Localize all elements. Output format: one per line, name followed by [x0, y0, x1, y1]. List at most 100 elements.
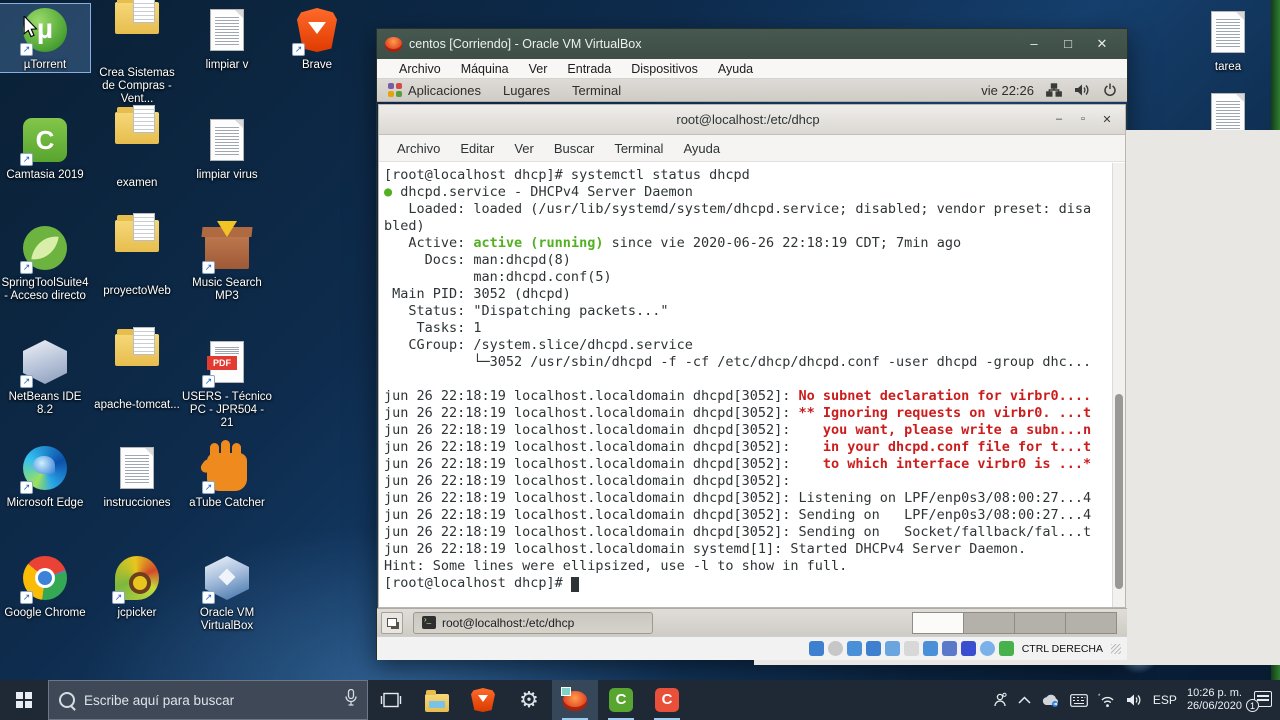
network-icon[interactable] — [1046, 83, 1062, 97]
power-icon[interactable] — [1103, 83, 1117, 97]
shortcut-arrow-icon: ↗ — [20, 375, 33, 388]
terminal-menu-buscar[interactable]: Buscar — [544, 141, 604, 156]
vm-menu-entrada[interactable]: Entrada — [557, 62, 621, 76]
vbox-status-network-icon[interactable] — [865, 641, 881, 656]
onedrive-icon[interactable] — [1041, 693, 1060, 707]
desktop-icon-jcpicker[interactable]: ↗ jcpicker — [92, 552, 182, 620]
desktop-icon-label: limpiar virus — [196, 169, 258, 181]
taskbar-app-camtasia[interactable] — [598, 680, 644, 720]
resize-grip[interactable] — [1111, 643, 1121, 654]
vm-menu-dispositivos[interactable]: Dispositivos — [621, 62, 708, 76]
vm-minimize-button[interactable]: – — [1017, 29, 1051, 59]
desktop-icon-camtasia-2019[interactable]: ↗ Camtasia 2019 — [0, 114, 90, 182]
desktop-icon-crea-sistemas-de-compras-vent[interactable]: Crea Sistemas de Compras - Vent... — [92, 0, 182, 106]
terminal-menu-editar[interactable]: Editar — [450, 141, 504, 156]
vm-maximize-button[interactable]: □ — [1051, 29, 1085, 59]
vbox-status-keyboard-icon[interactable] — [998, 641, 1014, 656]
shortcut-arrow-icon: ↗ — [20, 153, 33, 166]
desktop-icon-proyectoweb[interactable]: proyectoWeb — [92, 213, 182, 298]
speaker-icon[interactable] — [1126, 693, 1143, 707]
gnome-menu-lugares[interactable]: Lugares — [492, 79, 561, 101]
vbox-status-shared-folder-icon[interactable] — [903, 641, 919, 656]
notification-center-icon[interactable]: 1 — [1246, 691, 1272, 712]
vm-menu-ayuda[interactable]: Ayuda — [708, 62, 763, 76]
vbox-status-hdd-icon[interactable] — [808, 641, 824, 656]
vm-menu-ver[interactable]: Ver — [519, 62, 558, 76]
gnome-menu-label: Aplicaciones — [408, 82, 481, 98]
vbox-status-mouse-icon[interactable] — [979, 641, 995, 656]
terminal-menu-terminal[interactable]: Terminal — [604, 141, 673, 156]
jcpicker-icon: ↗ — [110, 552, 164, 604]
desktop-icon-tarea[interactable]: tarea — [1183, 6, 1273, 74]
terminal-text: jun 26 22:18:19 localhost.localdomain dh… — [384, 490, 1092, 506]
terminal-scrollbar-thumb[interactable] — [1115, 393, 1123, 590]
tray-overflow-chevron-icon[interactable] — [1018, 696, 1031, 704]
gnome-menu-terminal[interactable]: Terminal — [561, 79, 632, 101]
workspace-2[interactable] — [963, 611, 1015, 634]
show-desktop-button[interactable] — [381, 611, 403, 634]
vm-menu-máquina[interactable]: Máquina — [451, 62, 519, 76]
desktop-icon-limpiar-v[interactable]: limpiar v — [182, 4, 272, 72]
desktop-icon-netbeans-ide-8-2[interactable]: ↗ NetBeans IDE 8.2 — [0, 336, 90, 417]
volume-icon[interactable] — [1074, 83, 1091, 97]
desktop-icon-microsoft-edge[interactable]: ↗ Microsoft Edge — [0, 442, 90, 510]
vm-menu-archivo[interactable]: Archivo — [389, 62, 451, 76]
vbox-status-usb-icon[interactable] — [884, 641, 900, 656]
desktop-icon-brave[interactable]: ↗ Brave — [272, 4, 362, 72]
desktop-icon-limpiar-virus[interactable]: limpiar virus — [182, 114, 272, 182]
terminal-minimize-button[interactable]: – — [1047, 113, 1071, 126]
gnome-bottom-panel: root@localhost:/etc/dhcp — [377, 608, 1127, 636]
terminal-body[interactable]: [root@localhost dhcp]# systemctl status … — [379, 163, 1125, 607]
people-icon[interactable] — [992, 692, 1008, 708]
desktop-icon-torrent[interactable]: ↗ µTorrent — [0, 3, 91, 73]
terminal-titlebar[interactable]: root@localhost:/etc/dhcp – ▫ ✕ — [379, 105, 1125, 135]
desktop-icon-springtoolsuite4-acceso-directo[interactable]: ↗ SpringToolSuite4 - Acceso directo — [0, 222, 90, 303]
clock[interactable]: 10:26 p. m. 26/06/2020 — [1187, 687, 1242, 713]
vbox-status-optical-icon[interactable] — [827, 641, 843, 656]
workspace-3[interactable] — [1014, 611, 1066, 634]
applications-icon — [388, 83, 402, 97]
wifi-icon[interactable]: * — [1098, 693, 1116, 708]
terminal-maximize-button[interactable]: ▫ — [1071, 113, 1095, 126]
workspace-4[interactable] — [1065, 611, 1117, 634]
terminal-scrollbar[interactable] — [1112, 163, 1125, 607]
desktop-icon-atube-catcher[interactable]: ↗ aTube Catcher — [182, 442, 272, 510]
taskbar-app-virtualbox[interactable] — [552, 680, 598, 720]
terminal-menu-ver[interactable]: Ver — [504, 141, 544, 156]
taskbar-window-button[interactable]: root@localhost:/etc/dhcp — [413, 611, 653, 634]
desktop-icon-music-search-mp3[interactable]: ↗ Music Search MP3 — [182, 222, 272, 303]
vm-close-button[interactable]: ✕ — [1085, 29, 1119, 59]
brave-icon: ↗ — [290, 4, 344, 56]
taskbar-app-camtasia-recorder[interactable] — [644, 680, 690, 720]
taskbar-app-task-view[interactable] — [368, 680, 414, 720]
desktop-icon-google-chrome[interactable]: ↗ Google Chrome — [0, 552, 90, 620]
vbox-status-features-icon[interactable] — [960, 641, 976, 656]
language-indicator[interactable]: ESP — [1153, 693, 1177, 707]
desktop-icon-instrucciones[interactable]: instrucciones — [92, 442, 182, 510]
vbox-status-audio-icon[interactable] — [846, 641, 862, 656]
desktop-icon-oracle-vm-virtualbox[interactable]: ↗ Oracle VM VirtualBox — [182, 552, 272, 633]
vbox-status-display-icon[interactable] — [922, 641, 938, 656]
terminal-close-button[interactable]: ✕ — [1095, 113, 1119, 126]
desktop-icon-examen[interactable]: examen — [92, 105, 182, 190]
gnome-clock[interactable]: vie 22:26 — [981, 83, 1034, 98]
terminal-text: └─3052 /usr/sbin/dhcpd -f -cf /etc/dhcp/… — [384, 354, 1092, 370]
terminal-text: man:dhcpd.conf(5) — [384, 269, 612, 285]
taskbar-app-brave[interactable] — [460, 680, 506, 720]
vm-titlebar[interactable]: centos [Corriendo] - Oracle VM VirtualBo… — [377, 29, 1127, 59]
search-input[interactable]: Escribe aquí para buscar — [48, 680, 368, 720]
workspace-1[interactable] — [912, 611, 964, 634]
taskbar-app-file-explorer[interactable] — [414, 680, 460, 720]
gnome-menu-aplicaciones[interactable]: Aplicaciones — [377, 79, 492, 101]
desktop-icon-apache-tomcat[interactable]: apache-tomcat... — [92, 327, 182, 412]
touch-keyboard-icon[interactable] — [1070, 693, 1088, 707]
microphone-icon[interactable] — [345, 688, 357, 711]
terminal-menu-archivo[interactable]: Archivo — [387, 141, 450, 156]
start-button[interactable] — [0, 680, 48, 720]
desktop-icon-users-t-cnico-pc-jpr504-21[interactable]: ↗ USERS - Técnico PC - JPR504 - 21 — [182, 336, 272, 430]
vbox-status-recording-icon[interactable] — [941, 641, 957, 656]
taskbar-app-settings[interactable]: ⚙ — [506, 680, 552, 720]
doc-icon — [200, 4, 254, 56]
terminal-menu-ayuda[interactable]: Ayuda — [673, 141, 730, 156]
desktop-icon-label: SpringToolSuite4 - Acceso directo — [1, 277, 89, 302]
